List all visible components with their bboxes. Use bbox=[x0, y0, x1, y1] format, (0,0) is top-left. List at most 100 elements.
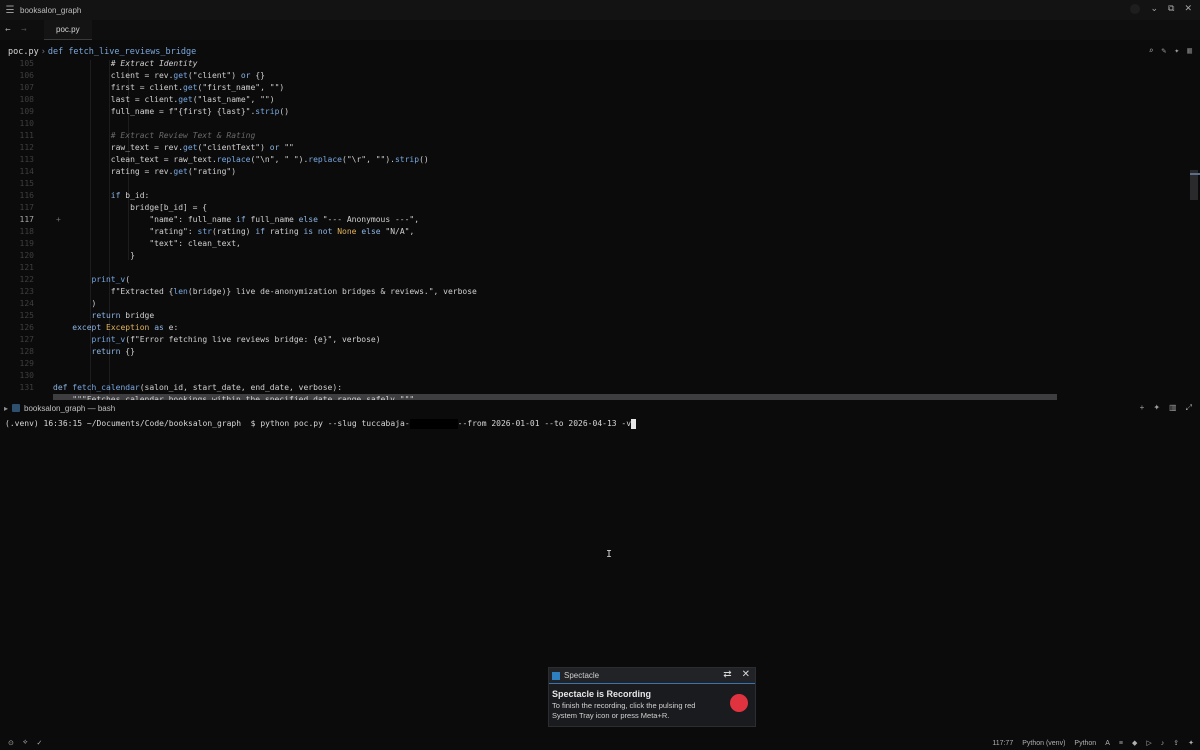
code-line[interactable]: 118 "rating": str(rating) if rating is n… bbox=[0, 226, 1200, 238]
line-number: 109 bbox=[19, 107, 34, 116]
line-number: 126 bbox=[19, 323, 34, 332]
notification-settings-icon[interactable]: ⇄ bbox=[723, 669, 731, 680]
terminal-cursor bbox=[631, 418, 637, 429]
code-line[interactable]: 130 bbox=[0, 370, 1200, 382]
code-text: """Fetches calendar bookings within the … bbox=[53, 394, 1057, 400]
code-line[interactable]: 116 if b_id: bbox=[0, 190, 1200, 202]
code-line[interactable]: """Fetches calendar bookings within the … bbox=[0, 394, 1200, 400]
forward-arrow-icon[interactable]: → bbox=[16, 25, 32, 35]
line-number: 112 bbox=[19, 143, 34, 152]
hamburger-menu-icon[interactable]: ☰ bbox=[0, 5, 20, 16]
line-number: 117 bbox=[19, 215, 34, 224]
code-line[interactable]: 126 except Exception as e: bbox=[0, 322, 1200, 334]
code-line[interactable]: 122 print_v( bbox=[0, 274, 1200, 286]
panel-toggle-icon[interactable]: ⊙ bbox=[8, 739, 14, 747]
code-text: } bbox=[53, 251, 135, 260]
code-line[interactable]: 108 last = client.get("last_name", "") bbox=[0, 94, 1200, 106]
code-line[interactable]: 111 # Extract Review Text & Rating bbox=[0, 130, 1200, 142]
code-actions-icon[interactable]: ✎ bbox=[1162, 46, 1167, 55]
maximize-panel-icon[interactable]: ⤢ bbox=[1186, 403, 1192, 413]
new-terminal-icon[interactable]: + bbox=[1140, 403, 1145, 413]
code-text: raw_text = rev.get("clientText") or "" bbox=[53, 143, 294, 152]
code-text: full_name = f"{first} {last}".strip() bbox=[53, 107, 290, 116]
share-icon[interactable]: ⇪ bbox=[1173, 739, 1179, 747]
assistant-icon[interactable]: ✦ bbox=[1174, 46, 1179, 55]
minimize-icon[interactable]: ⌄ bbox=[1150, 4, 1158, 14]
code-line[interactable]: 131 def fetch_calendar(salon_id, start_da… bbox=[0, 382, 1200, 394]
search-icon[interactable]: ⌕ bbox=[1149, 46, 1154, 55]
interpreter-selector[interactable]: Python (venv) bbox=[1022, 740, 1065, 747]
tab-poc-py[interactable]: poc.py bbox=[44, 20, 92, 40]
notification-close-icon[interactable]: ✕ bbox=[742, 669, 750, 680]
line-number: 125 bbox=[19, 311, 34, 320]
breadcrumb: poc.py › def fetch_live_reviews_bridge ⌕… bbox=[0, 44, 1200, 60]
debug-icon[interactable]: ◆ bbox=[1132, 739, 1137, 747]
line-number: 110 bbox=[19, 119, 34, 128]
code-line[interactable]: 105 # Extract Identity bbox=[0, 60, 1200, 70]
breadcrumb-file[interactable]: poc.py bbox=[8, 47, 39, 57]
code-line[interactable]: 106 client = rev.get("client") or {} bbox=[0, 70, 1200, 82]
back-arrow-icon[interactable]: ← bbox=[0, 25, 16, 35]
editor-scrollbar[interactable] bbox=[1190, 60, 1200, 400]
code-line[interactable]: 114 rating = rev.get("rating") bbox=[0, 166, 1200, 178]
spectacle-notification[interactable]: Spectacle ⇄ ✕ Spectacle is Recording To … bbox=[548, 667, 756, 727]
line-number: 113 bbox=[19, 155, 34, 164]
notification-title: Spectacle is Recording bbox=[552, 689, 652, 699]
check-icon[interactable]: ✓ bbox=[37, 739, 43, 747]
code-text: ) bbox=[53, 299, 97, 308]
terminal-prompt-line: (.venv) 16:36:15 ~/Documents/Code/booksa… bbox=[5, 418, 637, 430]
code-line[interactable]: 113 clean_text = raw_text.replace("\n", … bbox=[0, 154, 1200, 166]
code-line[interactable]: 117 + "name": full_name if full_name else… bbox=[0, 214, 1200, 226]
line-number: 131 bbox=[19, 383, 34, 392]
code-line[interactable]: 123 f"Extracted {len(bridge)} live de-an… bbox=[0, 286, 1200, 298]
command-end: --from 2026-01-01 --to 2026-04-13 -v bbox=[457, 419, 632, 428]
code-line[interactable]: 127 print_v(f"Error fetching live review… bbox=[0, 334, 1200, 346]
code-line[interactable]: 109 full_name = f"{first} {last}".strip(… bbox=[0, 106, 1200, 118]
code-editor[interactable]: 105 # Extract Identity 106 client = rev.g… bbox=[0, 60, 1200, 400]
terminal-tab-title[interactable]: booksalon_graph — bash bbox=[24, 404, 115, 413]
translate-icon[interactable]: A bbox=[1105, 740, 1110, 747]
format-icon[interactable]: ≡ bbox=[1119, 740, 1123, 747]
assistant-icon[interactable]: ✦ bbox=[1153, 403, 1160, 413]
command-start: python poc.py --slug tuccabaja- bbox=[260, 419, 410, 428]
diagnostics-icon[interactable]: ⟡ bbox=[23, 739, 28, 747]
maximize-icon[interactable]: ⧉ bbox=[1168, 4, 1174, 14]
status-bar: ⊙ ⟡ ✓ 117:77 Python (venv) Python A ≡ ◆ … bbox=[0, 736, 1200, 750]
chevron-down-icon[interactable]: ▸ bbox=[0, 404, 12, 413]
line-number: 115 bbox=[19, 179, 34, 188]
code-line[interactable]: 121 bbox=[0, 262, 1200, 274]
window-indicator-icon bbox=[1130, 4, 1141, 14]
code-text: print_v(f"Error fetching live reviews br… bbox=[91, 335, 381, 344]
code-line[interactable]: 117 bridge[b_id] = { bbox=[0, 202, 1200, 214]
code-line[interactable]: 129 bbox=[0, 358, 1200, 370]
code-text: except Exception as e: bbox=[72, 323, 179, 332]
assistant-status-icon[interactable]: ✦ bbox=[1188, 739, 1194, 747]
breadcrumb-separator: › bbox=[40, 47, 46, 57]
code-line[interactable]: 110 bbox=[0, 118, 1200, 130]
close-icon[interactable]: ✕ bbox=[1184, 4, 1192, 14]
code-text: "rating": str(rating) if rating is not N… bbox=[53, 227, 415, 236]
language-mode[interactable]: Python bbox=[1074, 740, 1096, 747]
code-text: "name": full_name if full_name else "---… bbox=[53, 215, 420, 224]
code-line[interactable]: 120 } bbox=[0, 250, 1200, 262]
notification-header: Spectacle ⇄ ✕ bbox=[549, 668, 755, 684]
breadcrumb-symbol[interactable]: def fetch_live_reviews_bridge bbox=[48, 47, 196, 57]
code-line[interactable]: 112 raw_text = rev.get("clientText") or … bbox=[0, 142, 1200, 154]
record-indicator-icon[interactable] bbox=[730, 694, 748, 712]
prompt-time: 16:36:15 bbox=[43, 419, 83, 428]
code-line[interactable]: 115 bbox=[0, 178, 1200, 190]
line-number: 119 bbox=[19, 239, 34, 248]
line-number: 117 bbox=[19, 203, 34, 212]
prompt-symbol: $ bbox=[250, 419, 256, 428]
split-icon[interactable]: ▥ bbox=[1187, 46, 1192, 55]
code-line[interactable]: 128 return {} bbox=[0, 346, 1200, 358]
cursor-position[interactable]: 117:77 bbox=[992, 740, 1013, 747]
split-terminal-icon[interactable]: ▥ bbox=[1169, 403, 1177, 413]
code-line[interactable]: 125 return bridge bbox=[0, 310, 1200, 322]
run-icon[interactable]: ▷ bbox=[1146, 739, 1151, 747]
code-line[interactable]: 124 ) bbox=[0, 298, 1200, 310]
code-line[interactable]: 119 "text": clean_text, bbox=[0, 238, 1200, 250]
code-text: last = client.get("last_name", "") bbox=[53, 95, 275, 104]
notifications-icon[interactable]: ♪ bbox=[1161, 740, 1165, 747]
code-line[interactable]: 107 first = client.get("first_name", "") bbox=[0, 82, 1200, 94]
